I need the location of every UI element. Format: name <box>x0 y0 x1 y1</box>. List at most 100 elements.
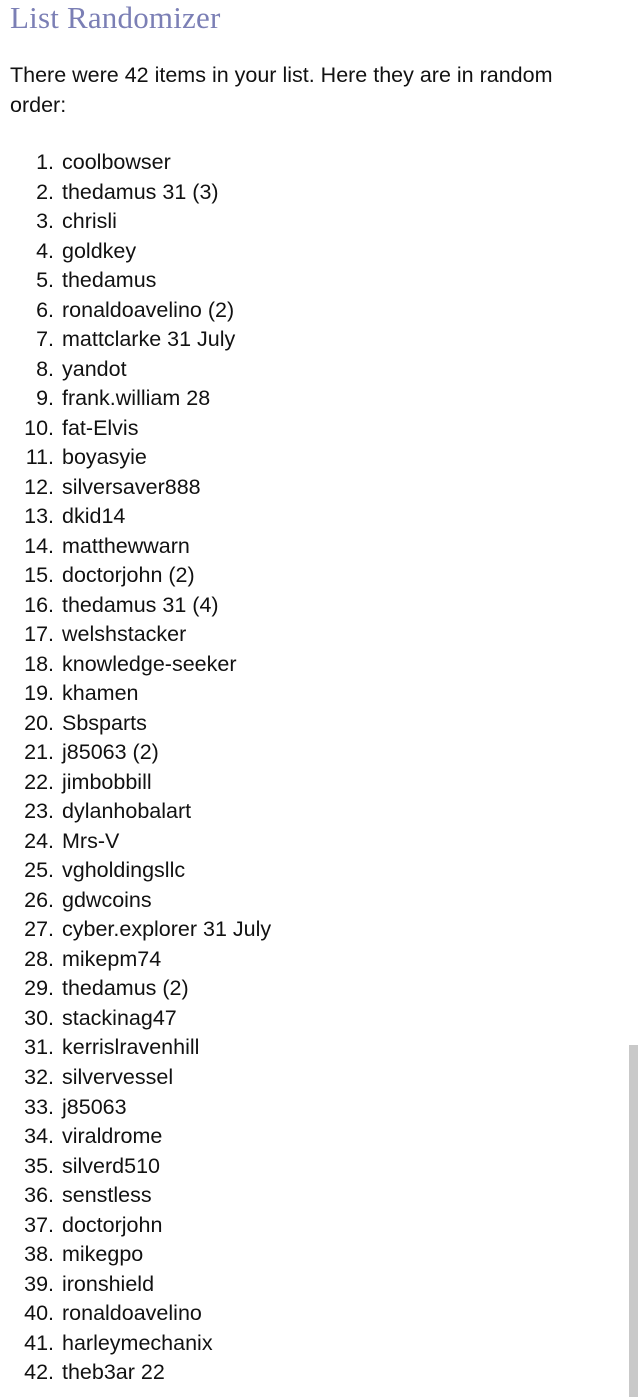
list-item: 39. ironshield <box>0 1270 620 1300</box>
scrollbar-track[interactable] <box>629 0 640 1397</box>
list-item: 38. mikegpo <box>0 1240 620 1270</box>
list-item-index: 21. <box>24 740 54 765</box>
intro-paragraph: There were 42 items in your list. Here t… <box>10 63 553 117</box>
list-item-label: yandot <box>62 356 127 381</box>
list-item-label: stackinag47 <box>62 1005 177 1030</box>
list-item: 28. mikepm74 <box>0 945 620 975</box>
list-item-index: 3. <box>36 209 54 234</box>
list-item-index: 13. <box>24 504 54 529</box>
list-item-label: jimbobbill <box>62 769 152 794</box>
list-item: 8. yandot <box>0 355 620 385</box>
list-item-index: 25. <box>24 858 54 883</box>
list-item-index: 38. <box>24 1242 54 1267</box>
list-item: 1. coolbowser <box>0 148 620 178</box>
list-item: 21. j85063 (2) <box>0 738 620 768</box>
list-item-index: 28. <box>24 946 54 971</box>
list-item: 24. Mrs-V <box>0 827 620 857</box>
list-item-label: silverd510 <box>62 1153 160 1178</box>
list-item-index: 24. <box>24 828 54 853</box>
list-item: 32. silvervessel <box>0 1063 620 1093</box>
list-item-label: thedamus 31 (4) <box>62 592 219 617</box>
list-item-label: vgholdingsllc <box>62 858 186 883</box>
list-item-label: j85063 <box>62 1094 127 1119</box>
list-item-label: cyber.explorer 31 July <box>62 917 272 942</box>
list-item: 23. dylanhobalart <box>0 797 620 827</box>
list-item-index: 19. <box>24 681 54 706</box>
list-item-label: mikegpo <box>62 1242 144 1267</box>
list-item-index: 40. <box>24 1301 54 1326</box>
list-item-label: mikepm74 <box>62 946 162 971</box>
list-item-label: theb3ar 22 <box>62 1360 165 1385</box>
list-item-index: 17. <box>24 622 54 647</box>
list-item-label: goldkey <box>62 238 137 263</box>
scrollbar-thumb[interactable] <box>629 1045 638 1397</box>
list-item: 3. chrisli <box>0 207 620 237</box>
list-item: 35. silverd510 <box>0 1152 620 1182</box>
list-item: 2. thedamus 31 (3) <box>0 178 620 208</box>
list-item-index: 37. <box>24 1212 54 1237</box>
list-item: 6. ronaldoavelino (2) <box>0 296 620 326</box>
list-item-index: 39. <box>24 1271 54 1296</box>
list-item: 4. goldkey <box>0 237 620 267</box>
list-item-index: 5. <box>36 268 54 293</box>
list-item-label: Mrs-V <box>62 828 120 853</box>
list-item-index: 8. <box>36 356 54 381</box>
list-item-index: 33. <box>24 1094 54 1119</box>
list-item-index: 32. <box>24 1064 54 1089</box>
list-item-index: 36. <box>24 1183 54 1208</box>
list-item-index: 18. <box>24 651 54 676</box>
list-item-index: 26. <box>24 887 54 912</box>
list-item-index: 23. <box>24 799 54 824</box>
list-item-label: doctorjohn <box>62 1212 163 1237</box>
list-item-index: 35. <box>24 1153 54 1178</box>
list-item-label: knowledge-seeker <box>62 651 237 676</box>
list-item-index: 12. <box>24 474 54 499</box>
list-item-label: thedamus (2) <box>62 976 189 1001</box>
list-item-label: Sbsparts <box>62 710 147 735</box>
list-item-index: 10. <box>24 415 54 440</box>
list-item: 26. gdwcoins <box>0 886 620 916</box>
list-item: 30. stackinag47 <box>0 1004 620 1034</box>
list-item-label: ironshield <box>62 1271 155 1296</box>
list-item-index: 15. <box>24 563 54 588</box>
list-item: 36. senstless <box>0 1181 620 1211</box>
list-item-label: boyasyie <box>62 445 147 470</box>
list-item-label: kerrislravenhill <box>62 1035 200 1060</box>
list-item: 34. viraldrome <box>0 1122 620 1152</box>
list-item: 27. cyber.explorer 31 July <box>0 915 620 945</box>
list-item: 29. thedamus (2) <box>0 974 620 1004</box>
list-item-index: 4. <box>36 238 54 263</box>
list-item: 14. matthewwarn <box>0 532 620 562</box>
list-item-label: j85063 (2) <box>62 740 159 765</box>
list-item-index: 14. <box>24 533 54 558</box>
list-item-label: ronaldoavelino (2) <box>62 297 235 322</box>
list-item: 9. frank.william 28 <box>0 384 620 414</box>
list-item-label: ronaldoavelino <box>62 1301 202 1326</box>
list-item-label: dylanhobalart <box>62 799 192 824</box>
list-item-index: 20. <box>24 710 54 735</box>
list-item-index: 1. <box>36 150 54 174</box>
list-item: 11. boyasyie <box>0 443 620 473</box>
list-item: 16. thedamus 31 (4) <box>0 591 620 621</box>
list-item-label: silversaver888 <box>62 474 201 499</box>
list-item: 15. doctorjohn (2) <box>0 561 620 591</box>
list-item-index: 22. <box>24 769 54 794</box>
list-item-label: doctorjohn (2) <box>62 563 195 588</box>
page-container: List Randomizer There were 42 items in y… <box>0 0 640 1397</box>
list-item-label: coolbowser <box>62 150 171 174</box>
list-item-label: senstless <box>62 1183 152 1208</box>
list-item-index: 34. <box>24 1124 54 1149</box>
list-item: 42. theb3ar 22 <box>0 1358 620 1388</box>
list-item-label: welshstacker <box>62 622 187 647</box>
list-item-label: harleymechanix <box>62 1330 213 1355</box>
list-item-label: viraldrome <box>62 1124 163 1149</box>
list-item: 20. Sbsparts <box>0 709 620 739</box>
list-item: 5. thedamus <box>0 266 620 296</box>
list-item-label: thedamus <box>62 268 157 293</box>
list-item-label: silvervessel <box>62 1064 174 1089</box>
list-item-index: 30. <box>24 1005 54 1030</box>
list-item: 7. mattclarke 31 July <box>0 325 620 355</box>
randomized-list: 1. coolbowser 2. thedamus 31 (3) 3. chrisli 4.… <box>0 148 620 1388</box>
list-item-index: 16. <box>24 592 54 617</box>
list-item-index: 11. <box>25 445 54 470</box>
